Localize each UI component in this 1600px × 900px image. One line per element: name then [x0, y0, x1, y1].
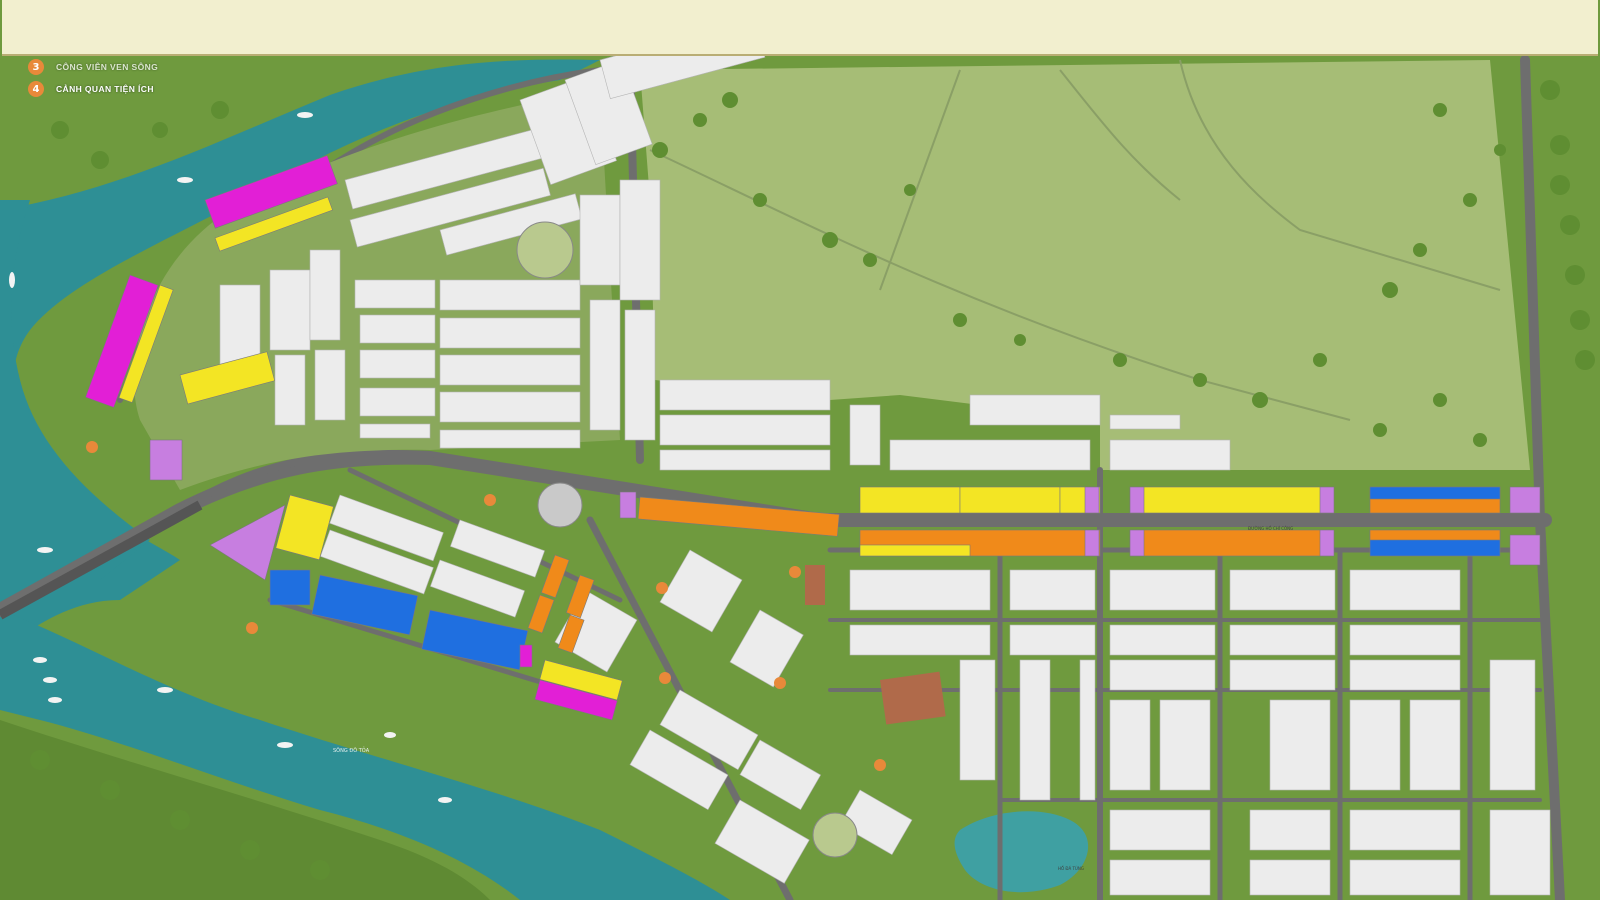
amenity-marker-4c [774, 677, 786, 689]
legend-item-amenity-landscape: 4 CẢNH QUAN TIỆN ÍCH [28, 78, 158, 100]
lake-label: HỒ ĐÁ TÙNG [1058, 866, 1084, 871]
legend-label: CẢNH QUAN TIỆN ÍCH [56, 84, 154, 94]
title-banner [2, 0, 1598, 56]
amenity-marker-2 [659, 672, 671, 684]
amenity-marker-3 [86, 441, 98, 453]
legend-item-riverside-park: 3 CÔNG VIÊN VEN SÔNG [28, 56, 158, 78]
masterplan-map: SÔNG ĐÔ TỎA HỒ ĐÁ TÙNG ĐƯỜNG HỒ CHÍ CÔNG [0, 0, 1600, 900]
legend-number-badge: 3 [28, 59, 44, 75]
amenity-marker-1 [789, 566, 801, 578]
legend-number-badge: 4 [28, 81, 44, 97]
amenity-marker-4b [656, 582, 668, 594]
main-road-label: ĐƯỜNG HỒ CHÍ CÔNG [1248, 526, 1293, 531]
legend-label: CÔNG VIÊN VEN SÔNG [56, 62, 159, 72]
river-label: SÔNG ĐÔ TỎA [333, 746, 370, 754]
legend: 3 CÔNG VIÊN VEN SÔNG 4 CẢNH QUAN TIỆN ÍC… [28, 56, 158, 100]
south-plaza [812, 812, 858, 858]
amenity-marker-4d [874, 759, 886, 771]
church-building [805, 565, 825, 605]
north-plaza [516, 221, 574, 279]
amenity-marker-4 [484, 494, 496, 506]
central-plaza [537, 482, 583, 528]
amenity-marker-3b [246, 622, 258, 634]
school-building [880, 671, 946, 725]
